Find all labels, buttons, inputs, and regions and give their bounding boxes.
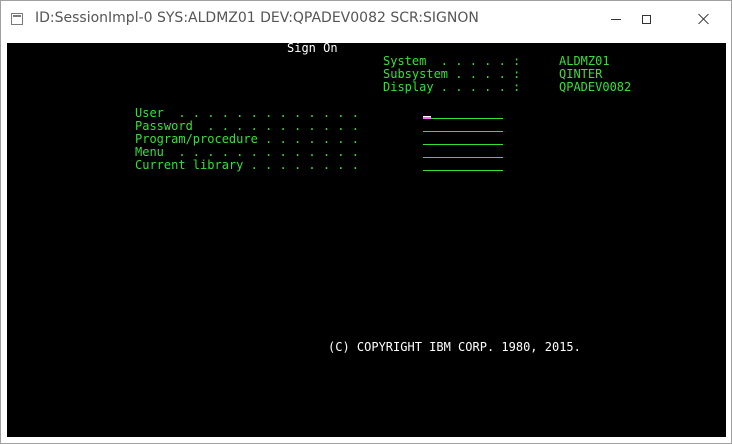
current-library-label: Current library . . . . . . . .: [135, 158, 359, 172]
close-button[interactable]: [681, 1, 727, 37]
terminal-screen[interactable]: Sign On System . . . . . : ALDMZ01 Subsy…: [7, 41, 726, 437]
info-display-value: QPADEV0082: [559, 80, 632, 94]
terminal-window: ID:SessionImpl-0 SYS:ALDMZ01 DEV:QPADEV0…: [0, 0, 732, 444]
close-icon: [698, 13, 710, 25]
title-bar[interactable]: ID:SessionImpl-0 SYS:ALDMZ01 DEV:QPADEV0…: [1, 1, 731, 37]
window-app-icon: [11, 13, 23, 25]
current-library-input-underline[interactable]: [423, 170, 503, 171]
user-input-underline[interactable]: [423, 118, 503, 119]
password-input-underline[interactable]: [423, 131, 503, 132]
window-title: ID:SessionImpl-0 SYS:ALDMZ01 DEV:QPADEV0…: [35, 10, 479, 26]
menu-input-underline[interactable]: [423, 157, 503, 158]
program-procedure-input-underline[interactable]: [423, 144, 503, 145]
maximize-button[interactable]: [623, 1, 669, 37]
minimize-icon: [611, 18, 621, 20]
text-cursor: [423, 116, 431, 119]
screen-heading: Sign On: [287, 41, 338, 55]
maximize-icon: [641, 14, 651, 24]
info-display-label: Display . . . . . :: [383, 80, 521, 94]
copyright-notice: (C) COPYRIGHT IBM CORP. 1980, 2015.: [328, 340, 581, 354]
